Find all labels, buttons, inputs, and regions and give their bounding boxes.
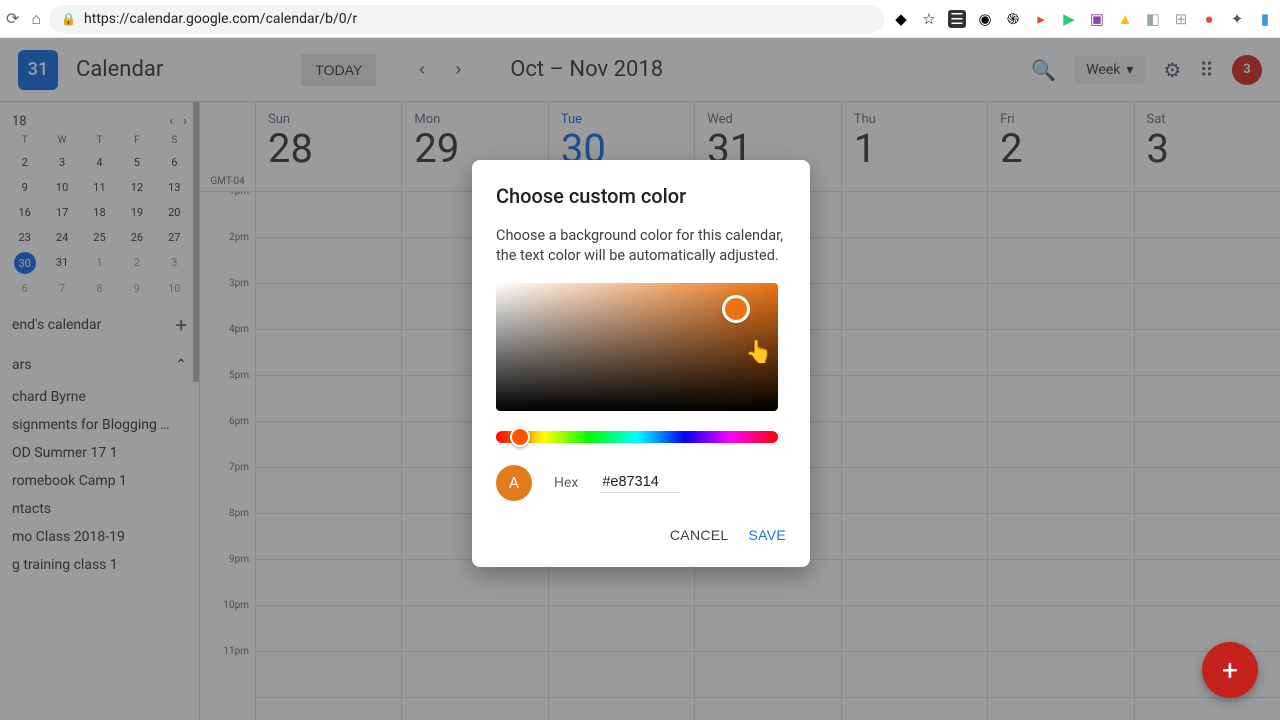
sl-thumb[interactable]	[722, 295, 750, 323]
ext-icon[interactable]: ●	[1200, 10, 1218, 28]
cursor-pointer-icon: 👆	[745, 340, 772, 365]
ext-icon[interactable]: ✦	[1228, 10, 1246, 28]
ext-icon[interactable]: ֍	[1004, 10, 1022, 28]
hex-input[interactable]	[600, 472, 680, 493]
url-text: https://calendar.google.com/calendar/b/0…	[84, 11, 357, 27]
extension-icons: ◆ ☆ ☰ ◉ ֍ ▸ ▶ ▣ ▲ ◧ ⊞ ● ✦ ▮	[892, 10, 1274, 28]
create-event-fab[interactable]: +	[1202, 642, 1258, 698]
reload-icon[interactable]: ⟳	[6, 9, 19, 28]
ext-icon[interactable]: ▲	[1116, 10, 1134, 28]
ext-icon[interactable]: ▶	[1060, 10, 1078, 28]
address-bar[interactable]: 🔒 https://calendar.google.com/calendar/b…	[49, 5, 884, 33]
ext-icon[interactable]: ▣	[1088, 10, 1106, 28]
cancel-button[interactable]: CANCEL	[670, 527, 729, 543]
lock-icon: 🔒	[61, 12, 76, 26]
ext-icon[interactable]: ◆	[892, 10, 910, 28]
dialog-description: Choose a background color for this calen…	[496, 226, 786, 267]
calendar-app: 31 Calendar TODAY ‹ › Oct – Nov 2018 🔍 W…	[0, 38, 1280, 720]
ext-icon[interactable]: ◧	[1144, 10, 1162, 28]
saturation-lightness-picker[interactable]	[496, 283, 778, 411]
home-icon[interactable]: ⌂	[31, 9, 41, 29]
star-icon[interactable]: ☆	[920, 10, 938, 28]
hue-slider[interactable]	[496, 431, 778, 443]
hue-thumb[interactable]	[510, 427, 530, 447]
ext-icon[interactable]: ◉	[976, 10, 994, 28]
ext-icon[interactable]: ▮	[1256, 10, 1274, 28]
ext-icon[interactable]: ⊞	[1172, 10, 1190, 28]
ext-icon[interactable]: ▸	[1032, 10, 1050, 28]
color-preview-chip: A	[496, 465, 532, 501]
dialog-title: Choose custom color	[496, 184, 786, 208]
hex-label: Hex	[554, 475, 578, 491]
plus-icon: +	[1222, 654, 1238, 687]
browser-toolbar: ⟳ ⌂ 🔒 https://calendar.google.com/calend…	[0, 0, 1280, 38]
save-button[interactable]: SAVE	[748, 527, 786, 543]
ext-icon[interactable]: ☰	[948, 10, 966, 28]
